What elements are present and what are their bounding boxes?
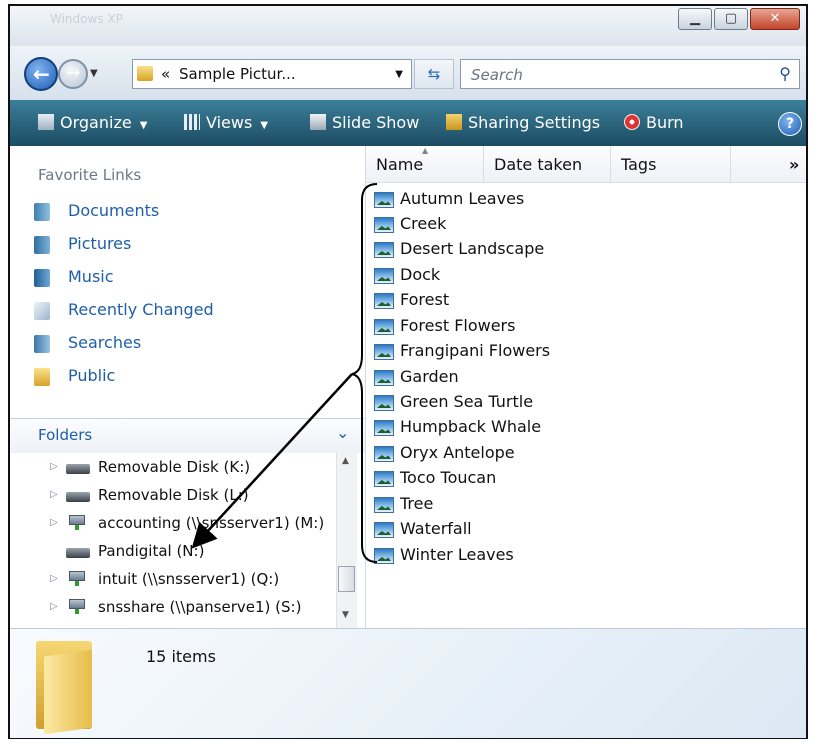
refresh-icon: ⇆: [427, 65, 441, 83]
folders-heading: Folders: [38, 426, 93, 444]
network-drive-icon: [66, 599, 88, 615]
breadcrumb-path[interactable]: Sample Pictur...: [179, 65, 296, 83]
views-icon: [184, 114, 200, 130]
navigation-pane: Favorite Links Documents Pictures Music …: [10, 146, 366, 628]
image-file-icon: [374, 497, 394, 513]
maximize-button[interactable]: ▢: [714, 8, 748, 30]
back-button[interactable]: ←: [24, 57, 58, 91]
more-columns-button[interactable]: »: [731, 146, 806, 182]
address-bar[interactable]: « Sample Pictur... ▼: [132, 59, 412, 89]
recently-changed-icon: [34, 302, 50, 320]
expand-arrow-icon[interactable]: ▷: [50, 489, 58, 500]
folders-header[interactable]: Folders ⌄: [10, 418, 365, 453]
chevron-down-icon[interactable]: ▼: [395, 69, 403, 80]
help-button[interactable]: ?: [778, 112, 802, 136]
image-file-icon: [374, 548, 394, 564]
drive-icon: [66, 492, 90, 502]
explorer-window: Windows XP ▁ ▢ ✕ ← → ▼ « Sample Pictur..…: [8, 4, 808, 739]
searches-icon: [34, 335, 50, 353]
search-input[interactable]: [469, 65, 763, 85]
details-pane: 15 items: [10, 628, 806, 738]
expand-arrow-icon[interactable]: ▷: [50, 573, 58, 584]
burn-disc-icon: [624, 114, 640, 130]
column-header-name[interactable]: Name ▲: [366, 146, 484, 182]
folder-icon: [137, 66, 153, 81]
organize-icon: [38, 114, 54, 130]
large-folder-icon: [36, 641, 94, 735]
burn-button[interactable]: Burn: [624, 110, 684, 136]
pictures-icon: [34, 236, 50, 254]
views-button[interactable]: Views ▼: [184, 110, 268, 136]
image-file-icon: [374, 319, 394, 335]
arrow-left-icon: ←: [33, 62, 50, 86]
image-file-icon: [374, 242, 394, 258]
column-header-date-taken[interactable]: Date taken: [484, 146, 611, 182]
image-file-icon: [374, 420, 394, 436]
scrollbar-thumb[interactable]: [338, 566, 355, 592]
image-file-icon: [374, 192, 394, 208]
sharing-icon: [446, 114, 462, 130]
folders-scrollbar[interactable]: ▲ ▼: [336, 452, 357, 628]
search-icon[interactable]: ⚲: [779, 64, 791, 83]
scroll-up-icon[interactable]: ▲: [342, 456, 349, 466]
arrow-right-icon: →: [66, 63, 81, 83]
chevron-down-icon[interactable]: ⌄: [336, 423, 349, 442]
image-file-icon: [374, 446, 394, 462]
sharing-settings-button[interactable]: Sharing Settings: [446, 110, 600, 136]
slideshow-button[interactable]: Slide Show: [310, 110, 419, 136]
music-icon: [34, 269, 50, 287]
image-file-icon: [374, 522, 394, 538]
recent-pages-dropdown[interactable]: ▼: [90, 68, 98, 79]
image-file-icon: [374, 471, 394, 487]
drive-icon: [66, 548, 90, 558]
image-file-icon: [374, 395, 394, 411]
image-file-icon: [374, 217, 394, 233]
drive-icon: [66, 464, 90, 474]
expand-arrow-icon[interactable]: ▷: [50, 461, 58, 472]
sort-ascending-icon: ▲: [422, 146, 429, 155]
network-drive-icon: [66, 571, 88, 587]
title-bar[interactable]: Windows XP ▁ ▢ ✕: [10, 6, 806, 46]
window-title: Windows XP: [50, 12, 123, 26]
slideshow-icon: [310, 114, 326, 130]
expand-arrow-icon[interactable]: ▷: [50, 601, 58, 612]
file-list: Name ▲ Date taken Tags » Autumn Leaves C…: [366, 146, 806, 628]
breadcrumb-overflow[interactable]: «: [161, 65, 170, 83]
expand-arrow-icon[interactable]: ▷: [50, 517, 58, 528]
address-row: ← → ▼ « Sample Pictur... ▼ ⇆ ⚲: [10, 46, 806, 100]
command-bar: Organize ▼ Views ▼ Slide Show Sharing Sett…: [10, 100, 806, 146]
refresh-button[interactable]: ⇆: [414, 59, 454, 89]
column-header-tags[interactable]: Tags: [611, 146, 731, 182]
minimize-button[interactable]: ▁: [678, 8, 712, 30]
forward-button[interactable]: →: [58, 59, 88, 89]
organize-button[interactable]: Organize ▼: [38, 110, 147, 136]
favorite-links-heading: Favorite Links: [38, 166, 142, 184]
content-area: Favorite Links Documents Pictures Music …: [10, 146, 806, 628]
image-file-icon: [374, 293, 394, 309]
image-file-icon: [374, 344, 394, 360]
folder-icon: [34, 368, 50, 386]
search-box[interactable]: ⚲: [460, 59, 800, 89]
image-file-icon: [374, 268, 394, 284]
help-icon: ?: [785, 116, 795, 132]
item-count: 15 items: [146, 647, 216, 666]
scroll-down-icon[interactable]: ▼: [342, 610, 349, 620]
close-button[interactable]: ✕: [750, 8, 800, 30]
column-headers: Name ▲ Date taken Tags »: [366, 146, 806, 183]
network-drive-icon: [66, 515, 88, 531]
documents-icon: [34, 203, 50, 221]
image-file-icon: [374, 370, 394, 386]
